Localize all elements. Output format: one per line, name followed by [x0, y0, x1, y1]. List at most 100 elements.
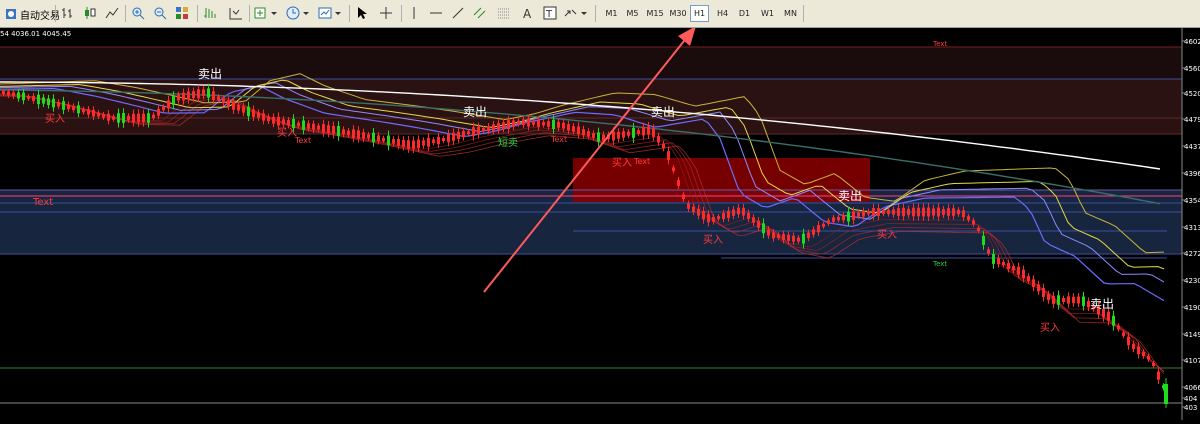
- annotation-sell-3: 卖出: [651, 105, 675, 119]
- periods-dropdown[interactable]: [285, 4, 311, 22]
- timeframe-m15[interactable]: M15: [644, 5, 666, 22]
- candle-body: [682, 194, 685, 200]
- candle-body: [27, 95, 30, 99]
- candle-body: [637, 130, 640, 134]
- tile-windows-button[interactable]: [173, 4, 191, 22]
- annotation-text-top: Text: [932, 40, 947, 48]
- candle-body: [317, 125, 320, 130]
- candle-body: [422, 140, 425, 146]
- templates-icon: [318, 7, 341, 19]
- candle-body: [447, 133, 450, 143]
- candle-body: [172, 95, 175, 105]
- timeframe-w1[interactable]: W1: [758, 5, 777, 22]
- zoom-in-button[interactable]: [129, 4, 147, 22]
- candle-body: [537, 119, 540, 127]
- timeframe-m30[interactable]: M30: [667, 5, 689, 22]
- candle-body: [772, 232, 775, 239]
- candle-body: [272, 116, 275, 124]
- auto-scroll-button[interactable]: [201, 4, 219, 22]
- price-label: 4066: [1184, 384, 1200, 392]
- candle-body: [802, 233, 805, 244]
- candle-body: [397, 139, 400, 146]
- svg-text:A: A: [523, 7, 532, 20]
- chart-info-text: 54 4036.01 4045.45: [0, 30, 72, 38]
- annotation-text-left: Text: [32, 197, 53, 208]
- candle-body: [212, 91, 215, 100]
- candle-body: [432, 139, 435, 144]
- candle-body: [932, 208, 935, 216]
- timeframe-m1[interactable]: M1: [602, 5, 621, 22]
- candle-body: [362, 132, 365, 139]
- candle-body: [287, 120, 290, 126]
- candle-body: [162, 106, 165, 111]
- chart-shift-button[interactable]: [227, 4, 245, 22]
- candle-body: [592, 133, 595, 138]
- horizontal-line-button[interactable]: [427, 4, 445, 22]
- text-label-button[interactable]: T: [541, 4, 559, 22]
- price-chart[interactable]: 卖出 卖出 卖出 卖出 卖出 买入 买入 买入 买入 买入 买入 短卖 Text Text Text Text…: [0, 26, 1200, 420]
- candle-body: [77, 105, 80, 114]
- candle-body: [322, 124, 325, 133]
- candle-body: [292, 118, 295, 129]
- candle-body: [502, 122, 505, 129]
- candle-body: [82, 108, 85, 113]
- candle-body: [617, 131, 620, 139]
- candle-body: [662, 143, 665, 149]
- candle-body: [572, 126, 575, 132]
- price-label: 4437: [1184, 143, 1200, 151]
- arrows-dropdown[interactable]: [563, 4, 589, 22]
- candle-body: [492, 124, 495, 131]
- candle-body: [72, 105, 75, 111]
- candle-body: [222, 98, 225, 104]
- candle-body: [357, 130, 360, 139]
- price-label: 4479: [1184, 116, 1200, 124]
- line-chart-button[interactable]: [103, 4, 121, 22]
- candle-body: [532, 121, 535, 125]
- candle-body: [477, 126, 480, 135]
- tile-windows-icon: [176, 7, 188, 19]
- templates-dropdown[interactable]: [317, 4, 343, 22]
- candle-body: [1127, 336, 1130, 346]
- candle-body: [182, 92, 185, 101]
- candle-body: [347, 130, 350, 135]
- price-label: 4602: [1184, 38, 1200, 46]
- candle-body: [437, 136, 440, 145]
- candle-body: [902, 207, 905, 217]
- candle-body: [157, 109, 160, 116]
- candle-body: [232, 101, 235, 110]
- timeframe-mn[interactable]: MN: [781, 5, 800, 22]
- candle-body: [917, 207, 920, 217]
- candlestick-button[interactable]: [81, 4, 99, 22]
- zoom-in-icon: [132, 7, 145, 20]
- candle-body: [897, 208, 900, 216]
- candle-body: [1067, 296, 1070, 304]
- zoom-out-button[interactable]: [151, 4, 169, 22]
- candle-body: [32, 95, 35, 101]
- timeframe-d1[interactable]: D1: [735, 5, 754, 22]
- candle-body: [102, 114, 105, 118]
- candle-body: [727, 210, 730, 218]
- candle-body: [112, 116, 115, 120]
- timeframe-h4[interactable]: H4: [713, 5, 732, 22]
- annotation-short-sell: 短卖: [498, 136, 518, 149]
- trendline-button[interactable]: [449, 4, 467, 22]
- fibonacci-button[interactable]: [495, 4, 513, 22]
- svg-text:T: T: [545, 9, 553, 20]
- candle-body: [812, 229, 815, 235]
- bar-chart-button[interactable]: [59, 4, 77, 22]
- vertical-line-button[interactable]: [405, 4, 423, 22]
- autotrade-button[interactable]: 自动交易: [2, 4, 63, 24]
- crosshair-button[interactable]: [377, 4, 395, 22]
- cursor-button[interactable]: [353, 4, 371, 22]
- candle-body: [842, 214, 845, 221]
- timeframe-m5[interactable]: M5: [623, 5, 642, 22]
- timeframe-h1[interactable]: H1: [690, 5, 709, 22]
- annotation-buy-1: 买入: [45, 113, 65, 125]
- candlestick-icon: [85, 7, 96, 19]
- text-tool-button[interactable]: A: [519, 4, 537, 22]
- channel-button[interactable]: [471, 4, 489, 22]
- crosshair-icon: [380, 7, 392, 19]
- indicators-dropdown[interactable]: [253, 4, 279, 22]
- candle-body: [967, 216, 970, 220]
- candle-body: [417, 139, 420, 148]
